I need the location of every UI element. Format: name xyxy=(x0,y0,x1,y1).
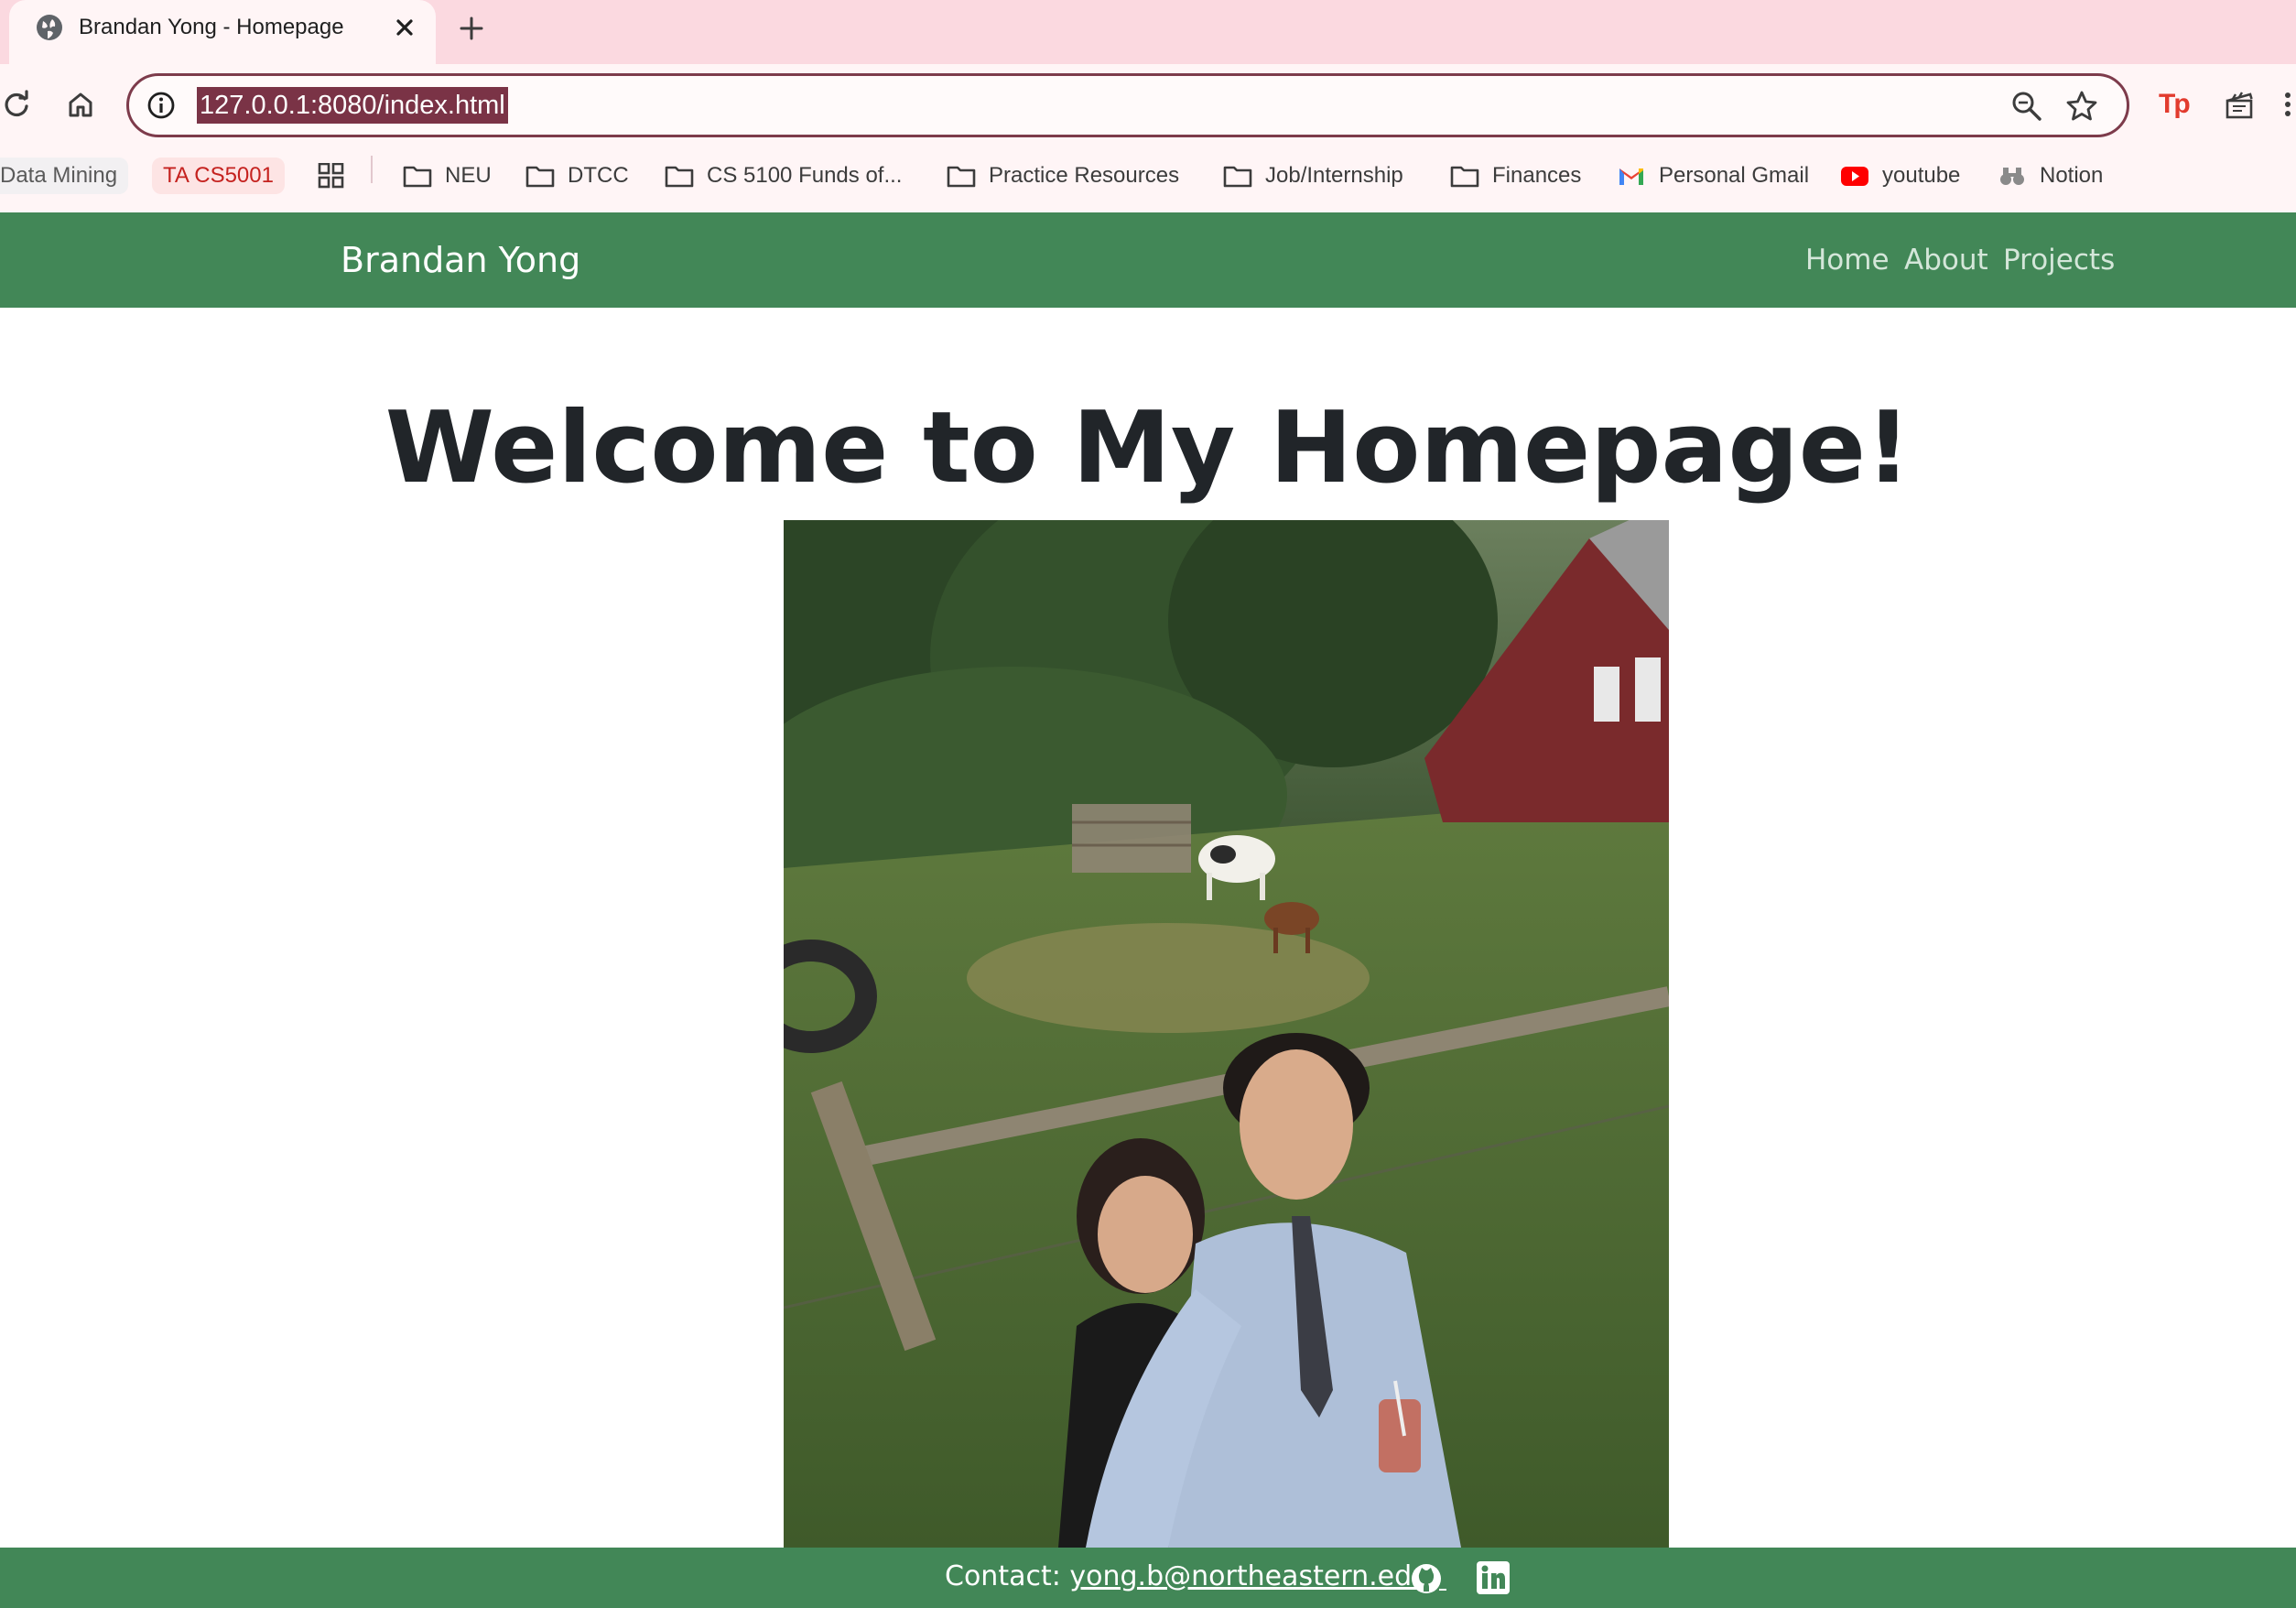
url-text[interactable]: 127.0.0.1:8080/index.html xyxy=(197,87,508,124)
bookmark-label: TA CS5001 xyxy=(163,163,274,188)
linkedin-icon[interactable] xyxy=(1476,1560,1511,1595)
binoculars-icon xyxy=(2000,168,2024,185)
github-icon[interactable] xyxy=(1408,1560,1450,1597)
bookmark-folder-job[interactable]: Job/Internship xyxy=(1223,158,1403,194)
nav-link-home[interactable]: Home xyxy=(1805,242,1890,278)
globe-icon xyxy=(37,15,62,40)
extension-tp-icon[interactable]: Tp xyxy=(2159,88,2195,121)
contact-email-link[interactable]: yong.b@northeastern.edu xyxy=(1069,1560,1429,1592)
page-heading: Welcome to My Homepage! xyxy=(384,391,1912,505)
bookmark-folder-dtcc[interactable]: DTCC xyxy=(525,158,629,194)
bookmark-label: youtube xyxy=(1882,163,1961,188)
bookmark-separator xyxy=(371,156,373,183)
bookmark-label: DTCC xyxy=(568,163,629,188)
bookmark-folder-practice[interactable]: Practice Resources xyxy=(947,158,1179,194)
bookmark-label: Personal Gmail xyxy=(1659,163,1810,188)
folder-icon xyxy=(665,166,694,188)
apps-grid-icon xyxy=(318,163,344,189)
folder-icon xyxy=(1450,166,1479,188)
nav-link-projects[interactable]: Projects xyxy=(2003,242,2115,278)
tab-title: Brandan Yong - Homepage xyxy=(79,15,344,39)
site-footer: Contact: yong.b@northeastern.edu xyxy=(0,1548,2296,1608)
browser-toolbar: 127.0.0.1:8080/index.html Tp xyxy=(0,64,2296,145)
bookmark-apps[interactable] xyxy=(317,158,346,194)
site-brand[interactable]: Brandan Yong xyxy=(341,240,580,280)
tab-strip: Brandan Yong - Homepage xyxy=(0,0,2296,64)
bookmark-folder-cs5100[interactable]: CS 5100 Funds of... xyxy=(665,158,902,194)
new-tab-icon[interactable] xyxy=(456,13,487,44)
menu-dots-icon[interactable] xyxy=(2280,88,2296,121)
bookmark-label: Data Mining xyxy=(0,163,118,188)
browser-tab[interactable]: Brandan Yong - Homepage xyxy=(9,0,436,64)
nav-link-about[interactable]: About xyxy=(1904,242,1988,278)
bookmark-folder-finances[interactable]: Finances xyxy=(1450,158,1581,194)
contact-label: Contact: xyxy=(945,1560,1061,1592)
extension-clapper-icon[interactable] xyxy=(2223,88,2256,121)
contact-line: Contact: yong.b@northeastern.edu xyxy=(945,1559,1429,1595)
bookmark-folder-neu[interactable]: NEU xyxy=(403,158,492,194)
bookmark-label: Job/Internship xyxy=(1265,163,1403,188)
bookmarks-bar: Data Mining TA CS5001 NEU DTCC CS 5100 F… xyxy=(0,145,2296,212)
folder-icon xyxy=(947,166,976,188)
bookmark-label: NEU xyxy=(445,163,492,188)
site-navbar: Brandan Yong Home About Projects xyxy=(0,212,2296,308)
bookmark-label: Practice Resources xyxy=(989,163,1180,188)
youtube-icon xyxy=(1841,167,1868,186)
address-bar[interactable]: 127.0.0.1:8080/index.html xyxy=(126,73,2129,137)
bookmark-notion[interactable]: Notion xyxy=(1998,158,2103,194)
bookmark-label: Finances xyxy=(1492,163,1582,188)
bookmark-label: Notion xyxy=(2040,163,2104,188)
gmail-icon xyxy=(1619,168,1643,185)
photo-illustration xyxy=(784,520,1669,1548)
close-tab-icon[interactable] xyxy=(392,15,417,40)
bookmark-youtube[interactable]: youtube xyxy=(1840,158,1960,194)
bookmark-ta-cs5001[interactable]: TA CS5001 xyxy=(152,158,285,194)
folder-icon xyxy=(525,166,555,188)
bookmark-data-mining[interactable]: Data Mining xyxy=(0,158,129,194)
zoom-icon[interactable] xyxy=(2009,89,2044,124)
home-icon[interactable] xyxy=(64,88,97,121)
selfie-at-farm-photo xyxy=(784,520,1669,1548)
bookmark-label: CS 5100 Funds of... xyxy=(707,163,903,188)
bookmark-star-icon[interactable] xyxy=(2064,89,2099,124)
site-info-icon[interactable] xyxy=(146,90,177,121)
folder-icon xyxy=(1223,166,1252,188)
reload-icon[interactable] xyxy=(0,88,33,121)
folder-icon xyxy=(403,166,432,188)
bookmark-personal-gmail[interactable]: Personal Gmail xyxy=(1617,158,1809,194)
